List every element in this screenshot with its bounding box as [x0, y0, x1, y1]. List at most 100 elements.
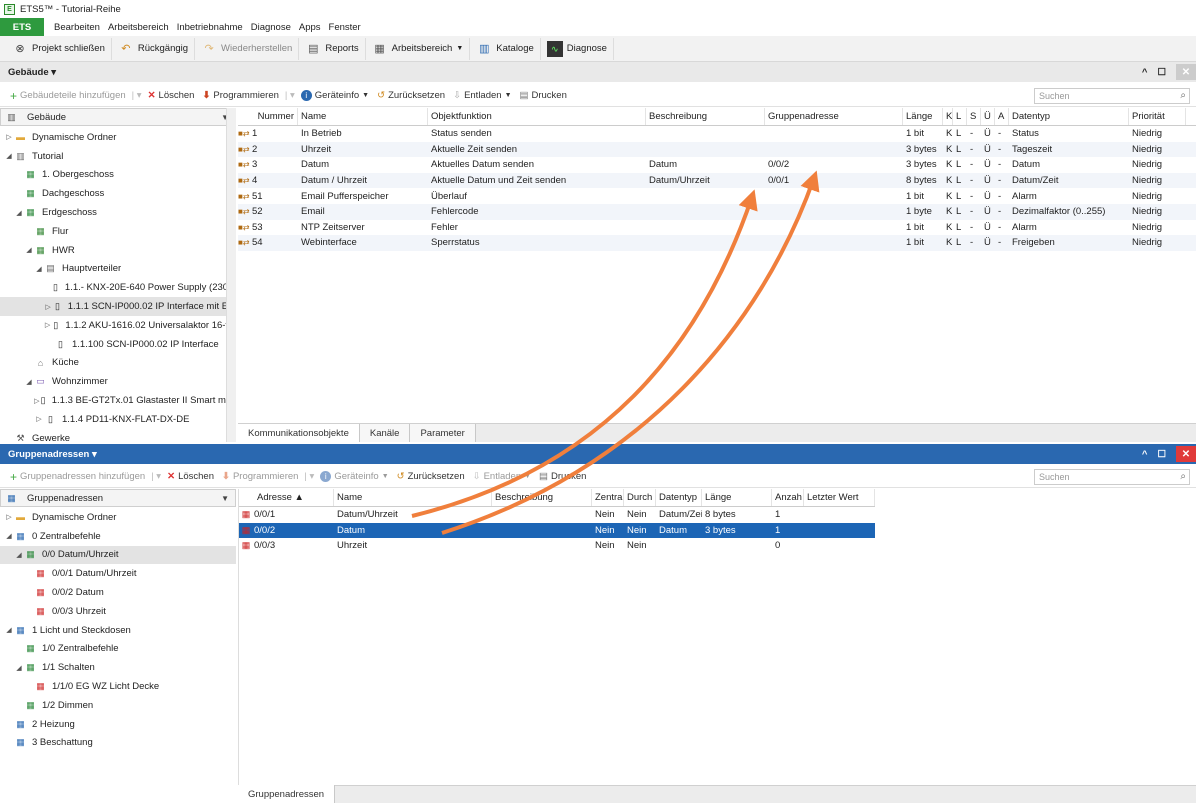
- menu-apps[interactable]: Apps: [295, 22, 325, 33]
- undo-button[interactable]: ↶ Rückgängig: [112, 37, 196, 60]
- unload-button[interactable]: ⇩ Entladen ▼: [469, 471, 535, 482]
- building-search-input[interactable]: Suchen ⌕: [1034, 88, 1190, 104]
- tree-item[interactable]: ▯ 1.1.100 SCN-IP000.02 IP Interface: [0, 335, 236, 354]
- menu-fenster[interactable]: Fenster: [325, 22, 365, 33]
- ga-panel-title[interactable]: Gruppenadressen ▾: [8, 449, 97, 460]
- tree-item[interactable]: ▦ 0/0/2 Datum: [0, 583, 236, 602]
- column-header[interactable]: Ü: [981, 108, 995, 125]
- workspace-button[interactable]: ▦ Arbeitsbereich ▼: [366, 37, 471, 60]
- reset-button[interactable]: ↺ Zurücksetzen: [373, 90, 449, 101]
- column-header[interactable]: S: [967, 108, 981, 125]
- ga-tree-header[interactable]: ▦ Gruppenadressen ▼: [0, 489, 236, 507]
- column-header[interactable]: Datentyp: [656, 489, 702, 506]
- tree-item[interactable]: ▦ 3 Beschattung: [0, 734, 236, 753]
- column-header[interactable]: Adresse ▲: [239, 489, 334, 506]
- tree-item[interactable]: ⚒ Gewerke: [0, 429, 236, 442]
- tree-item[interactable]: ◢ ▦ HWR: [0, 241, 236, 260]
- tree-item[interactable]: ▦ Dachgeschoss: [0, 184, 236, 203]
- column-header[interactable]: L: [953, 108, 967, 125]
- column-header[interactable]: K: [943, 108, 953, 125]
- add-group-address-button[interactable]: + Gruppenadressen hinzufügen: [6, 470, 149, 484]
- add-building-part-button[interactable]: + Gebäudeteile hinzufügen: [6, 89, 130, 103]
- column-header[interactable]: A: [995, 108, 1009, 125]
- tree-item[interactable]: ◢ ▦ 0 Zentralbefehle: [0, 527, 236, 546]
- redo-button[interactable]: ↷ Wiederherstellen: [195, 37, 300, 60]
- tree-item[interactable]: ▦ 1/1/0 EG WZ Licht Decke: [0, 677, 236, 696]
- table-row[interactable]: ■⇄ 54 Webinterface Sperrstatus 1 bit K L - Ü - Fre…: [238, 235, 1196, 251]
- table-row[interactable]: ▦ 0/0/3 Uhrzeit Nein Nein 0: [239, 538, 875, 554]
- table-row[interactable]: ■⇄ 3 Datum Aktuelles Datum senden Datum 0/0/2…: [238, 157, 1196, 173]
- tree-item[interactable]: ▦ 1/2 Dimmen: [0, 696, 236, 715]
- tree-item[interactable]: ▷ ▯ 1.1.3 BE-GT2Tx.01 Glastaster II Smart …: [0, 391, 236, 410]
- tree-item[interactable]: ◢ ▦ 1/1 Schalten: [0, 658, 236, 677]
- column-header[interactable]: Name: [298, 108, 428, 125]
- diagnose-button[interactable]: ∿ Diagnose: [541, 37, 614, 60]
- tree-item[interactable]: ◢ ▦ Erdgeschoss: [0, 203, 236, 222]
- building-panel-title[interactable]: Gebäude ▾: [8, 67, 56, 78]
- program-button[interactable]: ⬇ Programmieren: [198, 90, 282, 101]
- column-header[interactable]: Name: [334, 489, 492, 506]
- maximize-icon[interactable]: ☐: [1157, 449, 1166, 460]
- delete-button[interactable]: ✕ Löschen: [163, 471, 218, 482]
- expander-icon[interactable]: ◢: [4, 532, 14, 540]
- tab-parameter[interactable]: Parameter: [410, 424, 476, 442]
- tree-item[interactable]: ◢ ▭ Wohnzimmer: [0, 372, 236, 391]
- column-header[interactable]: Durch: [624, 489, 656, 506]
- expander-icon[interactable]: ◢: [14, 209, 24, 217]
- expander-icon[interactable]: ▷: [4, 133, 14, 141]
- tree-item[interactable]: ▷ ▯ 1.1.4 PD11-KNX-FLAT-DX-DE: [0, 410, 236, 429]
- close-icon[interactable]: ✕: [1176, 446, 1196, 462]
- expander-icon[interactable]: ◢: [24, 378, 34, 386]
- print-button[interactable]: ▤ Drucken: [535, 471, 590, 482]
- expander-icon[interactable]: ◢: [24, 246, 34, 254]
- tree-item[interactable]: ◢ ▦ 0/0 Datum/Uhrzeit: [0, 545, 236, 565]
- program-button[interactable]: ⬇ Programmieren: [218, 471, 302, 482]
- tab-kanaele[interactable]: Kanäle: [359, 424, 411, 442]
- table-row[interactable]: ▦ 0/0/1 Datum/Uhrzeit Nein Nein Datum/Zeit 8 b…: [239, 507, 875, 523]
- expander-icon[interactable]: ◢: [4, 626, 14, 634]
- tree-item[interactable]: ▦ 0/0/1 Datum/Uhrzeit: [0, 564, 236, 583]
- menu-bearbeiten[interactable]: Bearbeiten: [50, 22, 104, 33]
- column-header[interactable]: Datentyp: [1009, 108, 1129, 125]
- column-header[interactable]: Letzter Wert: [804, 489, 875, 506]
- close-icon[interactable]: ✕: [1176, 64, 1196, 80]
- catalogs-button[interactable]: ▥ Kataloge: [470, 37, 541, 60]
- tree-item[interactable]: ⌂ Küche: [0, 354, 236, 373]
- expander-icon[interactable]: ▷: [4, 513, 14, 521]
- device-info-button[interactable]: i Geräteinfo ▼: [316, 471, 392, 482]
- tree-item[interactable]: ◢ ▦ 1 Licht und Steckdosen: [0, 621, 236, 640]
- table-row[interactable]: ■⇄ 53 NTP Zeitserver Fehler 1 bit K L - Ü - Alarm N…: [238, 220, 1196, 236]
- table-row[interactable]: ■⇄ 4 Datum / Uhrzeit Aktuelle Datum und Zei…: [238, 172, 1196, 189]
- tree-item[interactable]: ▦ 0/0/3 Uhrzeit: [0, 602, 236, 621]
- column-header[interactable]: Länge: [903, 108, 943, 125]
- tree-item[interactable]: ▦ Flur: [0, 222, 236, 241]
- device-info-button[interactable]: i Geräteinfo ▼: [297, 90, 373, 101]
- delete-button[interactable]: ✕ Löschen: [144, 90, 199, 101]
- expander-icon[interactable]: ▷: [44, 303, 52, 311]
- tree-item[interactable]: ▷ ▬ Dynamische Ordner: [0, 128, 236, 147]
- column-header[interactable]: Gruppenadresse: [765, 108, 903, 125]
- tree-item[interactable]: ◢ ▥ Tutorial: [0, 147, 236, 166]
- tree-item[interactable]: ▷ ▯ 1.1.1 SCN-IP000.02 IP Interface mit E.…: [0, 297, 236, 316]
- column-header[interactable]: Anzah: [772, 489, 804, 506]
- column-header[interactable]: Beschreibung: [646, 108, 765, 125]
- reset-button[interactable]: ↺ Zurücksetzen: [393, 471, 469, 482]
- table-row[interactable]: ▦ 0/0/2 Datum Nein Nein Datum 3 bytes 1: [239, 522, 875, 539]
- close-project-button[interactable]: ⊗ Projekt schließen: [6, 37, 112, 60]
- maximize-icon[interactable]: ☐: [1157, 67, 1166, 78]
- building-tree-scrollbar[interactable]: [226, 108, 236, 442]
- menu-inbetriebnahme[interactable]: Inbetriebnahme: [173, 22, 247, 33]
- table-row[interactable]: ■⇄ 1 In Betrieb Status senden 1 bit K L - Ü - Stat…: [238, 126, 1196, 142]
- unload-button[interactable]: ⇩ Entladen ▼: [449, 90, 515, 101]
- tab-gruppenadressen[interactable]: Gruppenadressen: [238, 785, 336, 803]
- column-header[interactable]: Priorität: [1129, 108, 1186, 125]
- expander-icon[interactable]: ◢: [4, 152, 14, 160]
- tab-kommunikationsobjekte[interactable]: Kommunikationsobjekte: [238, 424, 360, 442]
- print-button[interactable]: ▤ Drucken: [516, 90, 571, 101]
- table-row[interactable]: ■⇄ 52 Email Fehlercode 1 byte K L - Ü - Dezimalfak…: [238, 203, 1196, 220]
- tree-item[interactable]: ▷ ▯ 1.1.2 AKU-1616.02 Universalaktor 16-f.…: [0, 316, 236, 335]
- ets-menu-button[interactable]: ETS: [0, 18, 44, 36]
- column-header[interactable]: Objektfunktion: [428, 108, 646, 125]
- menu-diagnose[interactable]: Diagnose: [247, 22, 295, 33]
- tree-item[interactable]: ◢ ▤ Hauptverteiler: [0, 260, 236, 279]
